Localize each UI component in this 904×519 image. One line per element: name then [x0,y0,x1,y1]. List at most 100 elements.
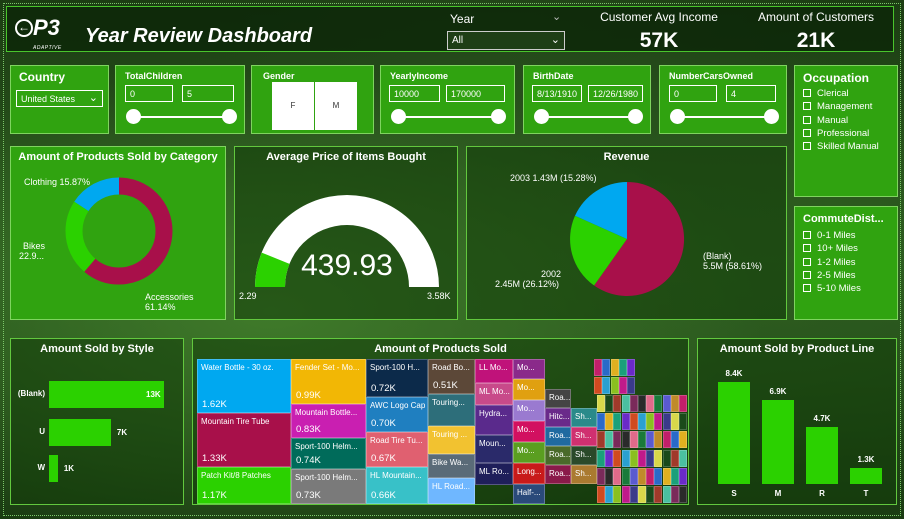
treemap-tile[interactable]: Water Bottle - 30 oz. 1.62K [197,359,291,413]
treemap-small-tile[interactable] [662,467,671,485]
treemap-small-tile[interactable] [662,395,671,413]
treemap-small-tile[interactable] [629,431,638,449]
treemap-small-tile[interactable] [654,431,663,449]
treemap-small-tile[interactable] [613,413,622,431]
checkbox-icon[interactable] [803,89,811,97]
children-slider-track[interactable] [134,116,230,118]
treemap-small-tile[interactable] [605,467,614,485]
treemap-tile[interactable]: Sport-100 H... 0.72K [366,359,428,397]
treemap-tile[interactable]: Mo... [513,442,545,463]
treemap-small-tile[interactable] [670,449,679,467]
checkbox-icon[interactable] [803,128,811,137]
treemap-tile[interactable]: Mo... [513,421,545,442]
treemap-small-tile[interactable] [679,467,687,485]
commute-option[interactable]: 10+ Miles [803,243,858,254]
treemap-tile[interactable]: Mountain Tire Tube 1.33K [197,413,291,467]
treemap-small-tile[interactable] [629,449,638,467]
checkbox-icon[interactable] [803,231,811,239]
birthdate-slider-max-handle[interactable] [628,109,643,124]
treemap-small-tile[interactable] [638,431,646,449]
treemap-tile[interactable]: HL Mountain... 0.66K [366,467,428,504]
chevron-down-icon[interactable]: ⌄ [552,10,561,23]
treemap-small-tile[interactable] [629,413,638,431]
treemap-small-tile[interactable] [618,377,627,395]
birthdate-max-input[interactable]: 12/26/1980 [588,85,643,102]
occupation-option[interactable]: Management [803,101,872,112]
treemap-small-tile[interactable] [638,413,646,431]
treemap-tile[interactable]: ML Mo... [475,383,513,405]
gender-m-button[interactable]: M [315,82,357,130]
treemap-small-tile[interactable] [621,413,630,431]
style-bar[interactable] [49,419,111,446]
back-icon[interactable]: ← [15,19,33,37]
treemap-tile[interactable]: Roa... [545,389,571,408]
birthdate-slider-min-handle[interactable] [534,109,549,124]
treemap-small-tile[interactable] [654,467,663,485]
checkbox-icon[interactable] [803,115,811,124]
occupation-option[interactable]: Skilled Manual [803,141,879,152]
income-max-input[interactable]: 170000 [446,85,505,102]
treemap-tile[interactable]: Road Bo... 0.51K [428,359,475,394]
checkbox-icon[interactable] [803,244,811,253]
treemap-small-tile[interactable] [654,413,663,431]
treemap-small-tile[interactable] [629,467,638,485]
treemap-tile[interactable]: Hydra... [475,405,513,435]
cars-min-input[interactable]: 0 [669,85,717,102]
treemap-tile[interactable]: Roa... [545,427,571,446]
treemap-small-tile[interactable] [646,467,655,485]
treemap-small-tile[interactable] [610,377,619,395]
treemap-small-tile[interactable] [670,467,679,485]
birthdate-min-input[interactable]: 8/13/1910 [532,85,582,102]
treemap-small-tile[interactable] [670,413,679,431]
treemap-small-tile[interactable] [602,359,611,376]
treemap-small-tile[interactable] [605,449,614,467]
treemap-small-tile[interactable] [621,431,630,449]
style-bar[interactable] [49,455,58,482]
treemap-small-tile[interactable] [621,395,630,413]
treemap-small-tile[interactable] [638,485,646,503]
occupation-option[interactable]: Clerical [803,88,849,99]
treemap-small-tile[interactable] [646,395,655,413]
treemap-small-tile[interactable] [613,485,622,503]
treemap-small-tile[interactable] [621,467,630,485]
treemap-tile[interactable]: LL Mo... [475,359,513,383]
treemap-tile[interactable]: Bike Wa... [428,454,475,478]
children-max-input[interactable]: 5 [182,85,234,102]
country-dropdown[interactable]: United States ⌄ [16,90,103,107]
treemap-small-tile[interactable] [613,449,622,467]
treemap-small-tile[interactable] [605,485,614,503]
treemap-small-tile[interactable] [679,431,687,449]
treemap-small-tile[interactable] [618,359,627,376]
checkbox-icon[interactable] [803,257,811,266]
income-slider-track[interactable] [399,116,499,118]
treemap-small-tile[interactable] [638,449,646,467]
treemap-small-tile[interactable] [613,467,622,485]
treemap-small-tile[interactable] [654,485,663,503]
productline-bar[interactable] [762,400,794,484]
treemap-tile[interactable]: HL Road... [428,478,475,504]
income-min-input[interactable]: 10000 [389,85,440,102]
birthdate-slider-track[interactable] [542,116,636,118]
treemap-tile[interactable]: Roa... [545,446,571,465]
treemap-small-tile[interactable] [597,395,605,413]
treemap-small-tile[interactable] [638,467,646,485]
treemap-tile[interactable]: Sh... [571,465,597,484]
treemap-small-tile[interactable] [594,377,603,395]
treemap-small-tile[interactable] [662,485,671,503]
treemap-tile[interactable]: Mountain Bottle... 0.83K [291,404,366,438]
treemap-small-tile[interactable] [629,485,638,503]
treemap-tile[interactable]: Sh... [571,408,597,427]
children-slider-max-handle[interactable] [222,109,237,124]
treemap-tile[interactable]: Roa... [545,465,571,484]
treemap-small-tile[interactable] [662,431,671,449]
treemap-tile[interactable]: Moun... [475,435,513,463]
treemap-small-tile[interactable] [646,485,655,503]
treemap-small-tile[interactable] [646,449,655,467]
treemap-small-tile[interactable] [662,449,671,467]
gender-f-button[interactable]: F [272,82,314,130]
treemap-small-tile[interactable] [670,395,679,413]
cars-max-input[interactable]: 4 [726,85,776,102]
checkbox-icon[interactable] [803,142,811,151]
commute-option[interactable]: 5-10 Miles [803,283,861,294]
treemap-small-tile[interactable] [602,377,611,395]
